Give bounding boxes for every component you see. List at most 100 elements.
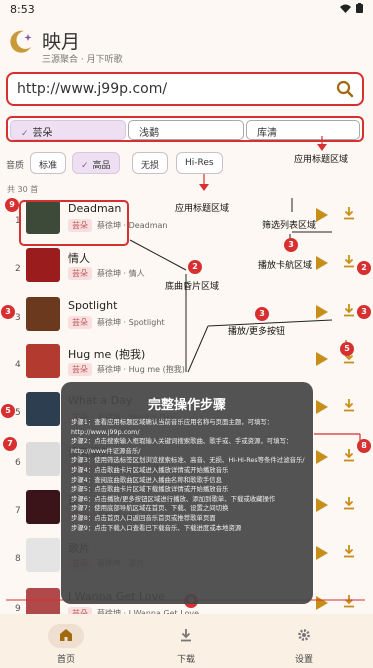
play-icon[interactable] — [316, 546, 328, 560]
nav-label: 首页 — [56, 655, 75, 665]
help-step: 步骤5：点击歌曲卡片区域下载播放详情或开始播放音乐 — [71, 485, 229, 494]
step-badge-3b: 3 — [1, 305, 15, 319]
help-step: 步骤2：点击搜索输入框瑕输入关键词搜索歌曲、歌手或、手或资源，可填写：http:… — [71, 437, 293, 455]
song-rank: 5 — [15, 408, 21, 418]
song-rank: 2 — [15, 264, 21, 274]
search-bar[interactable]: http://www.j99p.com/ — [6, 72, 364, 106]
song-title: Hug me (抱我) — [68, 348, 146, 361]
download-icon[interactable] — [342, 254, 356, 268]
download-icon[interactable] — [342, 398, 356, 412]
quality-chip-high[interactable]: ✓ 高品 — [72, 152, 120, 174]
download-icon[interactable] — [342, 206, 356, 220]
step-badge-2b: 2 — [357, 261, 371, 275]
help-step: 步骤4：点击歌曲卡片区域进入播放详情或开始播放音乐 — [71, 465, 229, 474]
song-rank: 6 — [15, 458, 21, 468]
bottom-nav: 首页 下载 设置 — [0, 614, 373, 668]
song-meta: 芸朵 蔡徐坤 · 情人 — [68, 267, 145, 280]
song-title: 情人 — [68, 252, 90, 265]
step-badge-5b: 5 — [1, 404, 15, 418]
help-step: 步骤3：使用筛选标签区划浏览搜索标准、高音、无损、Hi-Hi-Res等条件过滤音… — [71, 456, 305, 465]
song-artist-album: 蔡徐坤 · Hug me (抱我) — [97, 365, 185, 374]
wifi-icon — [339, 4, 351, 13]
quality-chip-hires[interactable]: Hi-Res — [176, 152, 223, 174]
step-badge-3: 3 — [284, 238, 298, 252]
step-badge-8: 8 — [357, 439, 371, 453]
annotation-play-nav: 播放卡航区域 — [258, 261, 313, 271]
chip-label: 高品 — [92, 161, 111, 171]
song-cover[interactable] — [26, 248, 60, 282]
app-screen: 8:53 映月 三源聚合 · 月下听歌 http://www.j99p.com/… — [0, 0, 373, 668]
step-badge-3c: 3 — [255, 307, 269, 321]
play-icon[interactable] — [316, 208, 328, 222]
nav-download[interactable]: 下载 — [124, 614, 248, 668]
tab-source-2[interactable]: 浅鹬 — [128, 120, 244, 140]
song-cover[interactable] — [26, 442, 60, 476]
song-rank: 3 — [15, 313, 21, 323]
play-icon[interactable] — [316, 400, 328, 414]
help-step: 步骤7：使用底部导航区域在首页、下载、设置之间切换 — [71, 504, 229, 513]
download-icon[interactable] — [342, 303, 356, 317]
tab-label: 库清 — [257, 128, 277, 139]
song-rank: 9 — [15, 604, 21, 614]
download-icon[interactable] — [342, 448, 356, 462]
nav-label: 下载 — [176, 655, 195, 665]
annotation-play-more: 播放/更多按钮 — [228, 327, 286, 337]
play-icon[interactable] — [316, 596, 328, 610]
play-icon[interactable] — [316, 256, 328, 270]
nav-settings[interactable]: 设置 — [242, 614, 366, 668]
app-subtitle: 三源聚合 · 月下听歌 — [42, 55, 123, 65]
check-icon: ✓ — [21, 129, 29, 139]
quality-chip-lossless[interactable]: 无损 — [132, 152, 169, 174]
step-badge-3d: 3 — [357, 305, 371, 319]
highlight-box — [19, 200, 129, 246]
tab-label: 浅鹬 — [139, 128, 159, 139]
song-title: Spotlight — [68, 299, 118, 312]
search-input[interactable]: http://www.j99p.com/ — [17, 81, 167, 97]
status-time: 8:53 — [10, 3, 35, 16]
play-icon[interactable] — [316, 498, 328, 512]
song-rank: 7 — [15, 506, 21, 516]
quality-label: 音质 — [6, 161, 25, 171]
list-item[interactable]: 3 Spotlight 芸朵 蔡徐坤 · Spotlight — [0, 295, 373, 343]
arrow-down-icon — [317, 144, 327, 151]
play-icon[interactable] — [316, 450, 328, 464]
annotation-title-area-1: 应用标题区域 — [294, 155, 349, 165]
quality-chip-standard[interactable]: 标准 — [30, 152, 67, 174]
song-cover[interactable] — [26, 297, 60, 331]
status-icons — [339, 3, 363, 16]
help-dialog[interactable]: 完整操作步骤 步骤1：查看应用标题区域确认当前音乐应用名称与页面主题，可填写：h… — [61, 382, 313, 604]
app-title: 映月 — [42, 31, 81, 53]
chip-label: Hi-Res — [185, 158, 214, 168]
song-meta: 芸朵 蔡徐坤 · Hug me (抱我) — [68, 363, 185, 376]
download-icon[interactable] — [342, 496, 356, 510]
annotation-filter-list: 筛选列表区域 — [262, 221, 317, 231]
help-title: 完整操作步骤 — [147, 398, 226, 413]
tab-source-3[interactable]: 库清 — [246, 120, 360, 140]
check-icon: ✓ — [81, 161, 89, 171]
step-badge-5: 5 — [340, 342, 354, 356]
nav-home[interactable]: 首页 — [4, 614, 128, 668]
play-icon[interactable] — [316, 305, 328, 319]
help-steps: 步骤1：查看应用标题区域确认当前音乐应用名称与页面主题，可填写：http://w… — [71, 418, 306, 533]
tab-source-1[interactable]: ✓ 芸朵 — [10, 120, 126, 140]
search-icon[interactable] — [336, 80, 354, 98]
gear-icon — [298, 629, 310, 641]
download-icon[interactable] — [342, 594, 356, 608]
play-icon[interactable] — [316, 352, 328, 366]
help-step: 步骤9：点击下载入口查看已下载音乐、下载进度或本地资源 — [71, 523, 242, 532]
moon-sparkle-icon — [10, 30, 32, 53]
song-cover[interactable] — [26, 344, 60, 378]
song-cover[interactable] — [26, 490, 60, 524]
source-badge: 芸朵 — [68, 267, 92, 280]
source-badge: 芸朵 — [68, 316, 92, 329]
arrow-down-icon — [199, 184, 209, 191]
song-cover[interactable] — [26, 538, 60, 572]
song-count: 共 30 首 — [7, 185, 39, 194]
song-cover[interactable] — [26, 392, 60, 426]
help-step: 步骤1：查看应用标题区域确认当前音乐应用名称与页面主题，可填写：http://w… — [71, 418, 274, 436]
download-icon[interactable] — [342, 544, 356, 558]
help-step: 步骤4：查阅底曲歌曲区域进入播曲名称和歌歌手信息 — [71, 475, 223, 484]
download-icon — [181, 629, 191, 642]
song-artist-album: 蔡徐坤 · Spotlight — [97, 318, 165, 327]
help-step: 步骤6：点击播放/更多按钮区域进行播放、添加到歌单、下载或收藏操作 — [71, 494, 276, 503]
